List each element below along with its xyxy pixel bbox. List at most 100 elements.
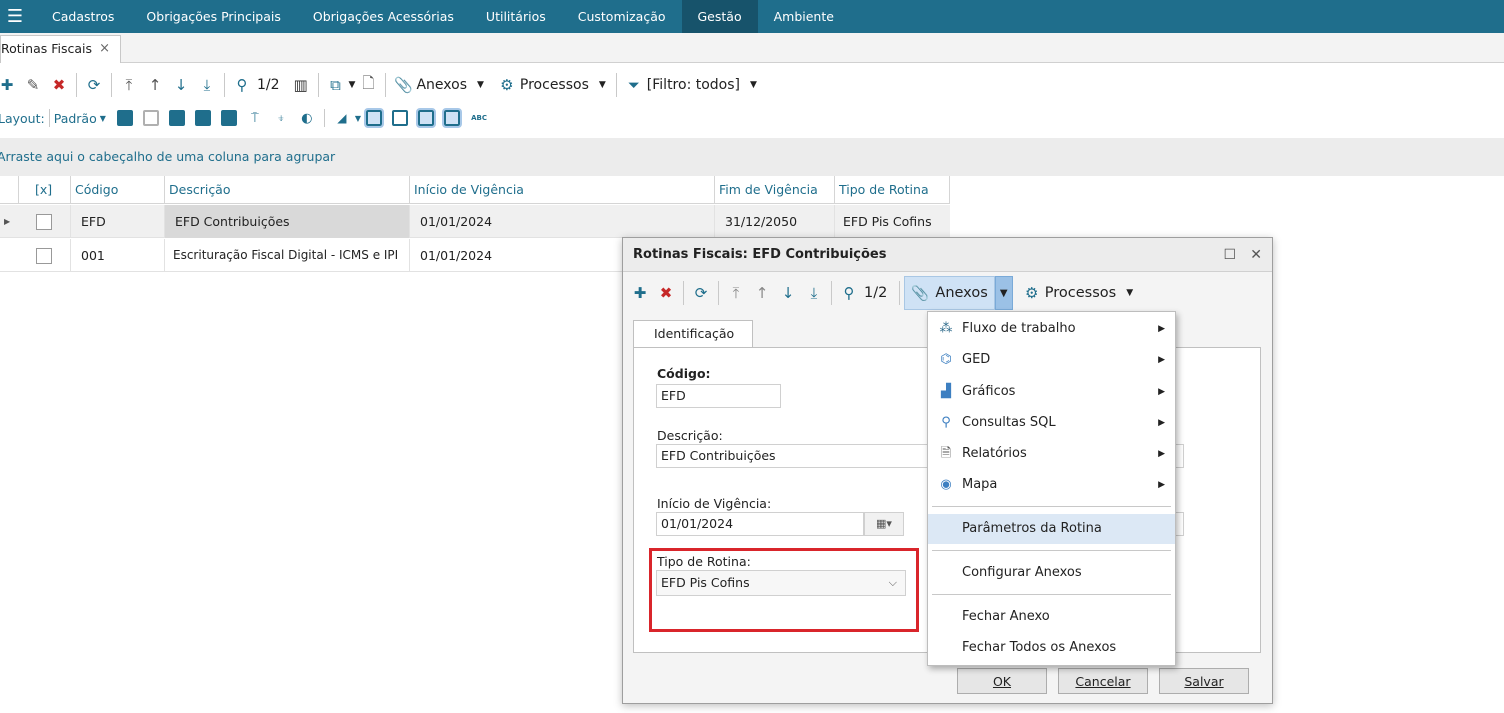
row-checkbox[interactable] (36, 248, 52, 264)
gear-icon[interactable]: ⚙ (496, 73, 518, 97)
menu-item-mapa[interactable]: ◉ Mapa ▶ (928, 470, 1175, 500)
chevron-down-icon[interactable]: ▼ (477, 80, 484, 90)
next-record-icon[interactable]: ↓ (170, 73, 192, 97)
menu-item-fluxo-trabalho[interactable]: ⁂ Fluxo de trabalho ▶ (928, 314, 1175, 344)
menu-obrigacoes-principais[interactable]: Obrigações Principais (130, 0, 296, 33)
upload-layout-icon[interactable] (194, 110, 211, 126)
first-record-icon[interactable]: ⤒ (725, 281, 747, 305)
chevron-down-icon[interactable]: ▼ (599, 80, 606, 90)
col-codigo[interactable]: Código (70, 176, 164, 204)
page-indicator: 1/2 (864, 285, 888, 301)
delete-icon[interactable]: ✖ (655, 281, 677, 305)
refresh-icon[interactable]: ⟳ (690, 281, 712, 305)
pin-icon[interactable]: ⍖ (270, 106, 292, 130)
menu-item-graficos[interactable]: ▟ Gráficos ▶ (928, 377, 1175, 407)
delete-icon[interactable]: ✖ (48, 73, 70, 97)
ok-button[interactable]: OK (957, 668, 1047, 694)
previous-record-icon[interactable]: ↑ (751, 281, 773, 305)
layout-toolbar: Layout: Padrão ▼ ⍑ ⍖ ◐ ◢ ▼ ABC (0, 103, 1504, 133)
document-icon[interactable]: 🗋 (357, 73, 379, 97)
anexos-button[interactable]: 📎 Anexos (904, 276, 995, 310)
calendar-icon[interactable]: ▦▾ (864, 512, 904, 536)
add-icon[interactable]: ✚ (0, 73, 18, 97)
menu-utilitarios[interactable]: Utilitários (470, 0, 562, 33)
processos-button[interactable]: Processos (520, 77, 589, 93)
menu-item-ged[interactable]: ⌬ GED ▶ (928, 345, 1175, 375)
col-select[interactable]: [x] (18, 176, 70, 204)
chart-icon[interactable]: ◢ (331, 106, 353, 130)
chevron-down-icon[interactable]: ▼ (349, 80, 356, 90)
codigo-field[interactable]: EFD (656, 384, 781, 408)
save-layout-icon[interactable] (168, 110, 185, 126)
group-by-bar[interactable]: Arraste aqui o cabeçalho de uma coluna p… (0, 138, 1504, 176)
add-layout-icon[interactable] (116, 110, 133, 126)
download-layout-icon[interactable] (220, 110, 237, 126)
chevron-down-icon[interactable]: ▼ (750, 80, 757, 90)
shapes-icon[interactable]: ◐ (296, 106, 318, 130)
maximize-icon[interactable]: ☐ (1223, 238, 1236, 272)
table-row[interactable]: ▶ EFD EFD Contribuições 01/01/2024 31/12… (0, 205, 950, 238)
menu-obrigacoes-acessorias[interactable]: Obrigações Acessórias (297, 0, 470, 33)
chart-icon: ▟ (941, 384, 951, 399)
refresh-icon[interactable]: ⟳ (83, 73, 105, 97)
dialog-title-bar[interactable]: Rotinas Fiscais: EFD Contribuições ☐ ✕ (623, 238, 1272, 272)
remove-layout-icon[interactable] (142, 110, 159, 126)
col-inicio-vigencia[interactable]: Início de Vigência (409, 176, 714, 204)
menu-item-relatorios[interactable]: 🗎 Relatórios ▶ (928, 439, 1175, 469)
paperclip-icon[interactable]: 📎 (392, 73, 414, 97)
layout-preset-dropdown[interactable]: Padrão (54, 111, 97, 126)
search-icon[interactable]: ⚲ (838, 281, 860, 305)
edit-icon[interactable]: ✎ (22, 73, 44, 97)
col-tipo-rotina[interactable]: Tipo de Rotina (834, 176, 950, 204)
separator (385, 73, 387, 97)
filter-icon[interactable]: ⏷ (623, 73, 645, 97)
row-checkbox[interactable] (36, 214, 52, 230)
layout-footer-icon[interactable] (364, 108, 385, 128)
search-icon[interactable]: ⚲ (231, 73, 253, 97)
menu-item-label: Relatórios (962, 446, 1027, 461)
anexos-button[interactable]: Anexos (416, 77, 467, 93)
chevron-down-icon[interactable]: ▼ (100, 114, 106, 123)
menu-item-configurar-anexos[interactable]: Configurar Anexos (928, 558, 1175, 588)
app-menu-icon[interactable]: ☰ (0, 0, 30, 33)
menu-ambiente[interactable]: Ambiente (758, 0, 850, 33)
menu-customizacao[interactable]: Customização (562, 0, 682, 33)
layout-middle-icon[interactable] (442, 108, 463, 128)
tab-identificacao[interactable]: Identificação (633, 320, 753, 348)
close-icon[interactable]: ✕ (1250, 238, 1262, 272)
layout-split-icon[interactable] (392, 110, 409, 126)
next-record-icon[interactable]: ↓ (777, 281, 799, 305)
menu-item-label: Mapa (962, 477, 998, 492)
col-fim-vigencia[interactable]: Fim de Vigência (714, 176, 834, 204)
menu-item-label: Parâmetros da Rotina (962, 521, 1102, 536)
col-descricao[interactable]: Descrição (164, 176, 409, 204)
chevron-down-icon[interactable]: ▼ (355, 114, 361, 123)
menu-item-fechar-anexo[interactable]: Fechar Anexo (928, 602, 1175, 632)
filter-button[interactable]: [Filtro: todos] (647, 77, 740, 93)
menu-item-parametros-rotina[interactable]: Parâmetros da Rotina (928, 514, 1175, 544)
tab-rotinas-fiscais[interactable]: Rotinas Fiscais × (0, 35, 121, 63)
previous-record-icon[interactable]: ↑ (144, 73, 166, 97)
menu-cadastros[interactable]: Cadastros (30, 0, 130, 33)
separator (111, 73, 112, 97)
paint-icon[interactable]: ⍑ (244, 106, 266, 130)
last-record-icon[interactable]: ⤓ (196, 73, 218, 97)
layout-header-icon[interactable] (416, 108, 437, 128)
menu-item-consultas-sql[interactable]: ⚲ Consultas SQL ▶ (928, 408, 1175, 438)
save-button[interactable]: Salvar (1159, 668, 1249, 694)
abc-icon[interactable]: ABC (471, 114, 487, 122)
first-record-icon[interactable]: ⤒ (118, 73, 140, 97)
menu-item-fechar-todos[interactable]: Fechar Todos os Anexos (928, 633, 1175, 663)
inicio-vigencia-field[interactable]: 01/01/2024 (656, 512, 864, 536)
gear-icon[interactable]: ⚙ (1021, 281, 1043, 305)
cancel-button[interactable]: Cancelar (1058, 668, 1148, 694)
anexos-dropdown-button[interactable]: ▼ (994, 276, 1013, 310)
processos-button[interactable]: Processos (1045, 285, 1116, 301)
chevron-down-icon[interactable]: ▼ (1126, 288, 1133, 298)
last-record-icon[interactable]: ⤓ (803, 281, 825, 305)
columns-icon[interactable]: ▥ (290, 73, 312, 97)
add-icon[interactable]: ✚ (629, 281, 651, 305)
export-icon[interactable]: ⧉ (325, 73, 347, 97)
menu-gestao[interactable]: Gestão (681, 0, 758, 33)
close-icon[interactable]: × (99, 36, 110, 62)
